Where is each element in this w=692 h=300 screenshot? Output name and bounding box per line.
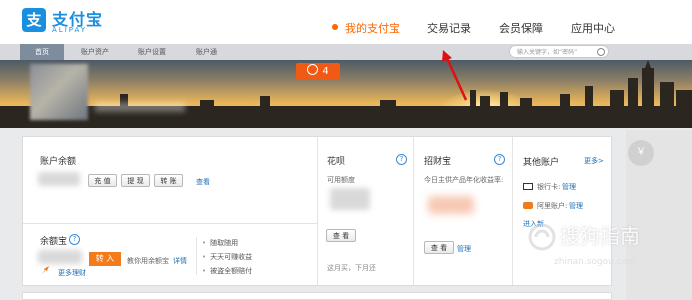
blurred-yuebao-amount bbox=[38, 250, 82, 264]
yuebao-feature-1: 随取随用 bbox=[202, 238, 238, 248]
divider bbox=[196, 237, 197, 275]
recharge-button[interactable]: 充 值 bbox=[88, 174, 117, 187]
red-arrow-annotation-icon bbox=[442, 50, 468, 101]
yuebao-feature-2: 天天可赚收益 bbox=[202, 252, 252, 262]
watermark-text: 搜狗指南 bbox=[560, 224, 640, 248]
blurred-huabei-amount bbox=[330, 188, 370, 210]
zhaocaibao-title: 招财宝 bbox=[424, 157, 452, 167]
watermark-url: zhinan.sogou.com bbox=[554, 257, 636, 267]
blurred-yield-rate bbox=[428, 196, 474, 214]
alarm-clock-icon bbox=[307, 64, 319, 75]
bank-card-manage-link[interactable]: 管理 bbox=[562, 182, 576, 192]
profile-banner bbox=[0, 60, 692, 128]
ali-account-manage-link[interactable]: 管理 bbox=[569, 201, 583, 211]
divider bbox=[413, 137, 414, 285]
reminder-count: 4 bbox=[322, 66, 329, 77]
divider bbox=[317, 137, 318, 285]
huabei-view-button[interactable]: 查 看 bbox=[326, 229, 356, 242]
sogou-watermark-logo-icon bbox=[528, 223, 556, 251]
yuebao-help-icon[interactable]: ? bbox=[69, 234, 80, 245]
subnav-account-assets[interactable]: 账户资产 bbox=[81, 47, 109, 57]
zhaocaibao-manage-link[interactable]: 管理 bbox=[457, 244, 471, 254]
logo-subtext: ALIPAY bbox=[52, 26, 88, 34]
balance-title: 账户余额 bbox=[40, 157, 77, 167]
other-accounts-title: 其他账户 bbox=[523, 158, 560, 168]
active-nav-dot-icon bbox=[332, 24, 338, 30]
transfer-button[interactable]: 转 账 bbox=[154, 174, 183, 187]
yuebao-title: 余额宝 bbox=[40, 237, 68, 247]
alipay-logo-icon[interactable]: 支 bbox=[22, 8, 46, 32]
subnav-account-settings[interactable]: 账户设置 bbox=[138, 47, 166, 57]
bank-card-label: 银行卡: bbox=[537, 183, 561, 191]
huabei-slogan: 这月买，下月还 bbox=[327, 264, 376, 272]
subnav-home[interactable]: 首页 bbox=[20, 44, 64, 60]
reminder-badge[interactable]: 4 bbox=[296, 63, 340, 80]
withdraw-button[interactable]: 提 现 bbox=[121, 174, 150, 187]
city-skyline-image bbox=[0, 60, 692, 128]
blurred-balance-amount bbox=[38, 172, 80, 186]
nav-my-alipay[interactable]: 我的支付宝 bbox=[345, 20, 400, 36]
search-input[interactable]: 输入关键字，如“密码” bbox=[509, 45, 609, 58]
rocket-icon bbox=[42, 266, 49, 274]
yuebao-tutorial-text: 教你用余额宝 bbox=[127, 257, 169, 265]
more-finance-link[interactable]: 更多理财 bbox=[58, 268, 86, 278]
huabei-title: 花呗 bbox=[327, 157, 346, 167]
zhaocaibao-yield-label: 今日主供产品年化收益率: bbox=[424, 176, 504, 184]
yuebao-feature-3: 被盗全额赔付 bbox=[202, 266, 252, 276]
transfer-in-button[interactable]: 转 入 bbox=[89, 252, 121, 266]
bank-card-icon bbox=[523, 183, 533, 190]
search-icon[interactable] bbox=[597, 48, 605, 56]
balance-view-link[interactable]: 查看 bbox=[196, 177, 210, 187]
huabei-help-icon[interactable]: ? bbox=[396, 154, 407, 165]
avatar[interactable] bbox=[30, 64, 88, 120]
yuebao-detail-link[interactable]: 详情 bbox=[173, 256, 187, 266]
zhaocaibao-help-icon[interactable]: ? bbox=[494, 154, 505, 165]
divider bbox=[512, 137, 513, 285]
nav-member-protection[interactable]: 会员保障 bbox=[499, 20, 543, 36]
blurred-account-name bbox=[95, 102, 185, 112]
nav-app-center[interactable]: 应用中心 bbox=[571, 20, 615, 36]
divider bbox=[23, 223, 317, 224]
huabei-available-label: 可用额度 bbox=[327, 176, 355, 184]
yuan-icon[interactable]: ￥ bbox=[628, 140, 654, 166]
zhaocaibao-view-button[interactable]: 查 看 bbox=[424, 241, 454, 254]
next-card bbox=[22, 292, 612, 300]
ali-account-icon bbox=[523, 202, 533, 209]
ali-account-label: 阿里账户: bbox=[537, 202, 568, 210]
nav-transaction-records[interactable]: 交易记录 bbox=[427, 20, 471, 36]
subnav-account-link[interactable]: 账户通 bbox=[196, 47, 217, 57]
other-accounts-more-link[interactable]: 更多> bbox=[584, 156, 604, 166]
